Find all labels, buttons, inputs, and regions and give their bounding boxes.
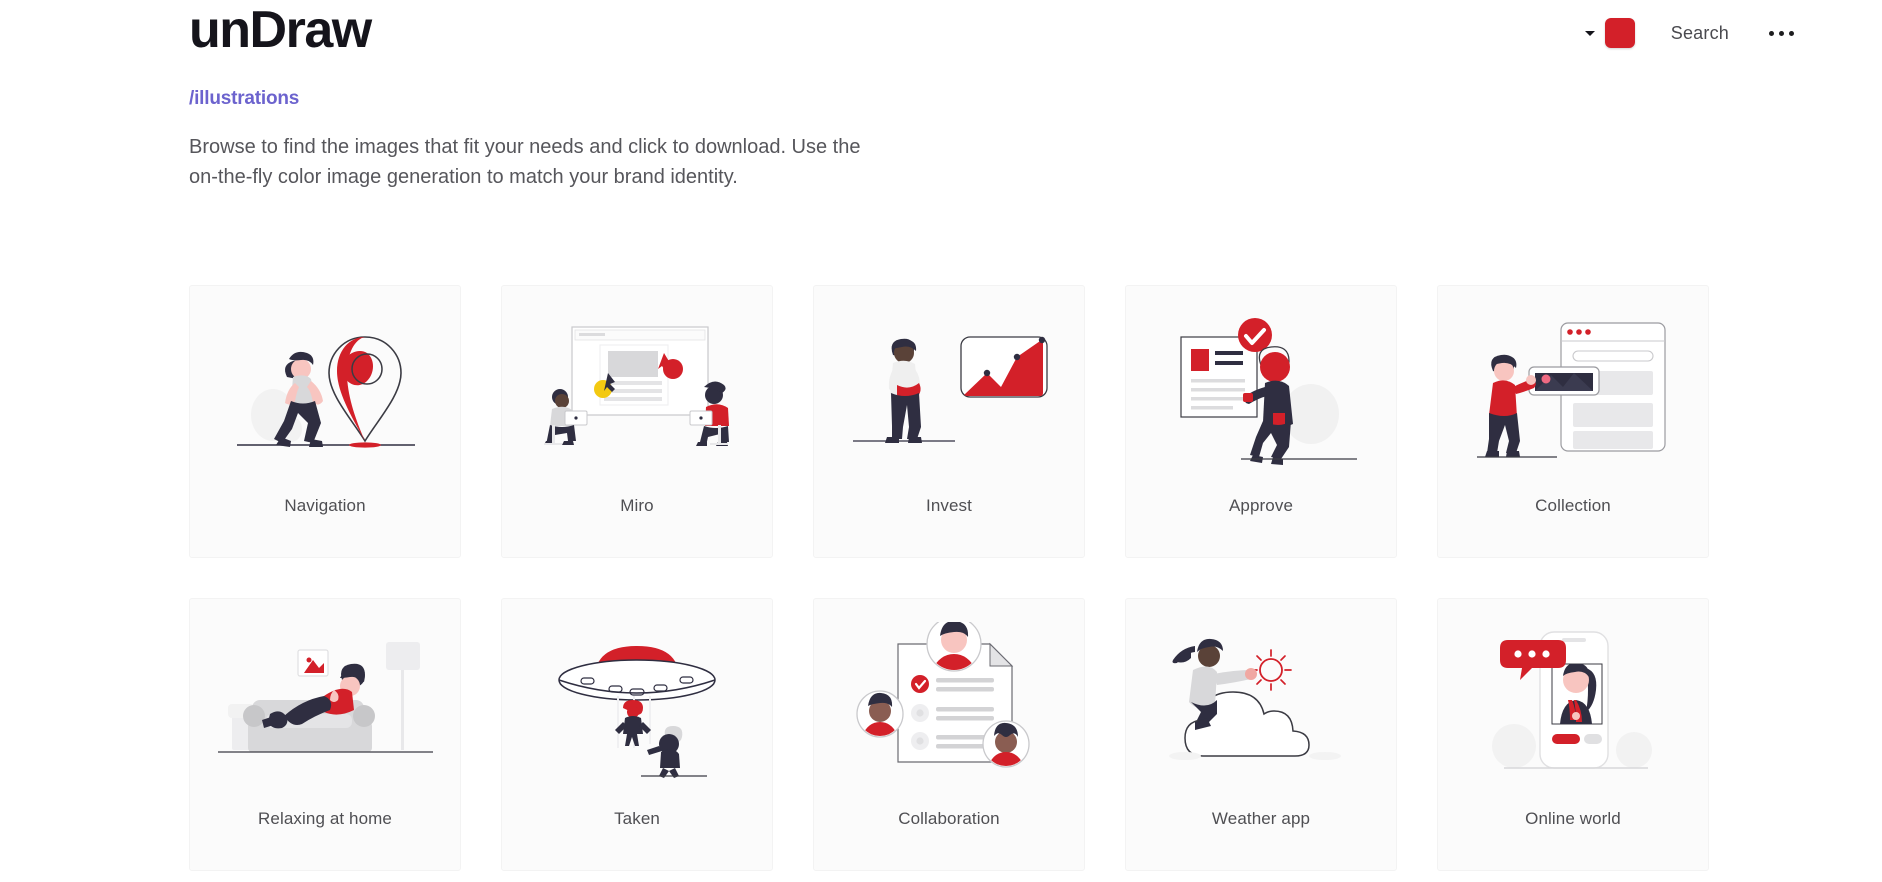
chevron-down-icon[interactable]: [1581, 24, 1599, 42]
card-label: Approve: [1228, 496, 1294, 515]
taken-illustration: [501, 599, 773, 809]
illustration-card-invest[interactable]: Invest: [813, 285, 1085, 558]
relaxing-at-home-illustration: [189, 599, 461, 809]
breadcrumb[interactable]: /illustrations: [189, 88, 299, 110]
card-label: Weather app: [1211, 809, 1311, 828]
undraw-logo[interactable]: unDraw: [189, 4, 372, 56]
illustration-card-collection[interactable]: Collection: [1437, 285, 1709, 558]
dot: [1779, 30, 1784, 36]
illustration-card-collaboration[interactable]: Collaboration: [813, 598, 1085, 871]
card-label: Online world: [1525, 809, 1621, 828]
site-header: unDraw Search: [0, 0, 1882, 68]
collection-illustration: [1437, 286, 1709, 496]
weather-app-illustration: [1125, 599, 1397, 809]
dot: [1789, 30, 1794, 36]
three-dots-icon[interactable]: [1767, 25, 1796, 42]
search-button[interactable]: Search: [1671, 23, 1729, 44]
navigation-illustration: [189, 286, 461, 496]
collaboration-illustration: [813, 599, 1085, 809]
card-label: Miro: [620, 496, 654, 515]
illustration-card-miro[interactable]: Miro: [501, 285, 773, 558]
card-label: Relaxing at home: [258, 809, 392, 828]
page-description: Browse to find the images that fit your …: [189, 136, 861, 188]
approve-illustration: [1125, 286, 1397, 496]
card-label: Collaboration: [898, 809, 1000, 828]
illustration-card-relaxing-at-home[interactable]: Relaxing at home: [189, 598, 461, 871]
undraw-illustrations-page: unDraw Search /illustrations Browse to f…: [0, 0, 1882, 882]
card-label: Taken: [614, 809, 660, 828]
online-world-illustration: [1437, 599, 1709, 809]
miro-illustration: [501, 286, 773, 496]
illustration-card-weather-app[interactable]: Weather app: [1125, 598, 1397, 871]
illustration-card-approve[interactable]: Approve: [1125, 285, 1397, 558]
card-label: Navigation: [284, 496, 366, 515]
header-actions: Search: [1581, 18, 1796, 48]
invest-illustration: [813, 286, 1085, 496]
card-label: Collection: [1535, 496, 1611, 515]
illustration-card-online-world[interactable]: Online world: [1437, 598, 1709, 871]
card-label: Invest: [926, 496, 972, 515]
illustration-card-taken[interactable]: Taken: [501, 598, 773, 871]
color-swatch-button[interactable]: [1604, 18, 1635, 48]
dot: [1769, 30, 1774, 36]
illustration-grid: Navigation Miro Invest Approve Collectio…: [189, 285, 1709, 871]
illustration-card-navigation[interactable]: Navigation: [189, 285, 461, 558]
